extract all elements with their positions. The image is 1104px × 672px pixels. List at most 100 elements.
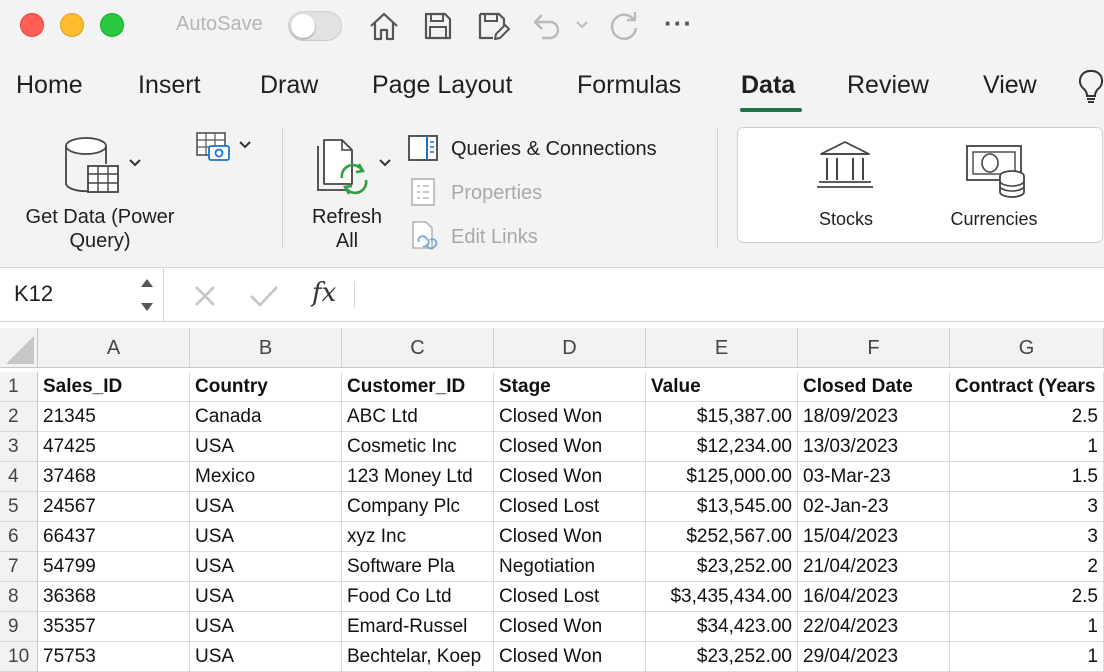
row-header[interactable]: 8 [0, 582, 38, 612]
table-cell[interactable]: Mexico [190, 462, 342, 492]
header-cell[interactable]: Country [190, 372, 342, 402]
table-cell[interactable]: Negotiation [494, 552, 646, 582]
tab-data[interactable]: Data [741, 71, 795, 100]
tab-page-layout[interactable]: Page Layout [372, 71, 512, 100]
row-header[interactable]: 6 [0, 522, 38, 552]
tab-draw[interactable]: Draw [260, 71, 318, 100]
table-cell[interactable]: Food Co Ltd [342, 582, 494, 612]
table-cell[interactable]: Cosmetic Inc [342, 432, 494, 462]
table-cell[interactable]: $15,387.00 [646, 402, 798, 432]
table-cell[interactable]: $34,423.00 [646, 612, 798, 642]
column-header-b[interactable]: B [190, 328, 342, 368]
table-cell[interactable]: Company Plc [342, 492, 494, 522]
save-icon[interactable] [422, 8, 454, 44]
edit-links-icon[interactable] [410, 220, 440, 252]
row-header[interactable]: 10 [0, 642, 38, 672]
home-icon[interactable] [368, 8, 400, 44]
autosave-toggle[interactable] [288, 11, 342, 41]
table-cell[interactable]: 47425 [38, 432, 190, 462]
table-cell[interactable]: Closed Lost [494, 582, 646, 612]
table-cell[interactable]: 37468 [38, 462, 190, 492]
table-cell[interactable]: 2 [950, 552, 1104, 582]
zoom-window-button[interactable] [100, 13, 124, 37]
row-header[interactable]: 1 [0, 372, 38, 402]
table-cell[interactable]: 2.5 [950, 402, 1104, 432]
header-cell[interactable]: Value [646, 372, 798, 402]
table-cell[interactable]: Closed Won [494, 522, 646, 552]
undo-dropdown-chevron-icon[interactable] [574, 18, 590, 32]
column-header-e[interactable]: E [646, 328, 798, 368]
header-cell[interactable]: Customer_ID [342, 372, 494, 402]
table-cell[interactable]: Closed Won [494, 432, 646, 462]
table-cell[interactable]: 1 [950, 612, 1104, 642]
table-cell[interactable]: $12,234.00 [646, 432, 798, 462]
formula-input[interactable] [368, 281, 1088, 309]
header-cell[interactable]: Sales_ID [38, 372, 190, 402]
row-header[interactable]: 4 [0, 462, 38, 492]
table-cell[interactable]: Closed Won [494, 462, 646, 492]
more-options-icon[interactable]: ··· [664, 8, 693, 39]
queries-connections-button[interactable]: Queries & Connections [451, 137, 657, 161]
table-cell[interactable]: 29/04/2023 [798, 642, 950, 672]
table-cell[interactable]: 21345 [38, 402, 190, 432]
table-cell[interactable]: 36368 [38, 582, 190, 612]
header-cell[interactable]: Stage [494, 372, 646, 402]
get-data-button[interactable] [60, 134, 150, 198]
column-header-f[interactable]: F [798, 328, 950, 368]
stocks-button[interactable]: Stocks [796, 209, 896, 230]
table-cell[interactable]: 24567 [38, 492, 190, 522]
table-cell[interactable]: 21/04/2023 [798, 552, 950, 582]
table-cell[interactable]: 16/04/2023 [798, 582, 950, 612]
tab-view[interactable]: View [983, 71, 1037, 100]
table-cell[interactable]: Closed Lost [494, 492, 646, 522]
undo-icon[interactable] [530, 8, 564, 44]
table-cell[interactable]: USA [190, 582, 342, 612]
table-cell[interactable]: Closed Won [494, 612, 646, 642]
row-header[interactable]: 3 [0, 432, 38, 462]
tab-insert[interactable]: Insert [138, 71, 201, 100]
lightbulb-icon[interactable] [1078, 68, 1104, 106]
table-cell[interactable]: 22/04/2023 [798, 612, 950, 642]
close-window-button[interactable] [20, 13, 44, 37]
table-cell[interactable]: USA [190, 432, 342, 462]
save-as-icon[interactable] [476, 8, 510, 44]
queries-connections-icon[interactable] [407, 134, 439, 162]
table-cell[interactable]: 123 Money Ltd [342, 462, 494, 492]
table-cell[interactable]: Emard-Russel [342, 612, 494, 642]
table-cell[interactable]: $23,252.00 [646, 552, 798, 582]
row-header[interactable]: 9 [0, 612, 38, 642]
column-header-a[interactable]: A [38, 328, 190, 368]
cancel-entry-icon[interactable] [192, 283, 218, 309]
tab-review[interactable]: Review [847, 71, 929, 100]
table-cell[interactable]: $252,567.00 [646, 522, 798, 552]
row-header[interactable]: 5 [0, 492, 38, 522]
column-header-d[interactable]: D [494, 328, 646, 368]
table-cell[interactable]: 54799 [38, 552, 190, 582]
table-cell[interactable]: 1 [950, 432, 1104, 462]
confirm-entry-icon[interactable] [248, 283, 280, 309]
column-header-c[interactable]: C [342, 328, 494, 368]
row-header[interactable]: 7 [0, 552, 38, 582]
name-box-stepper-icon[interactable] [138, 275, 156, 315]
edit-links-button[interactable]: Edit Links [451, 225, 538, 249]
table-cell[interactable]: 18/09/2023 [798, 402, 950, 432]
properties-button[interactable]: Properties [451, 181, 542, 205]
tab-formulas[interactable]: Formulas [577, 71, 681, 100]
table-cell[interactable]: Software Pla [342, 552, 494, 582]
table-cell[interactable]: 75753 [38, 642, 190, 672]
insert-function-button[interactable]: fx [312, 278, 336, 308]
table-cell[interactable]: 03-Mar-23 [798, 462, 950, 492]
redo-icon[interactable] [606, 8, 642, 44]
table-cell[interactable]: 13/03/2023 [798, 432, 950, 462]
table-cell[interactable]: 02-Jan-23 [798, 492, 950, 522]
tab-home[interactable]: Home [16, 71, 83, 100]
table-cell[interactable]: $3,435,434.00 [646, 582, 798, 612]
data-from-picture-button[interactable] [194, 130, 256, 164]
table-cell[interactable]: USA [190, 492, 342, 522]
header-cell[interactable]: Contract (Years [950, 372, 1104, 402]
table-cell[interactable]: 3 [950, 492, 1104, 522]
column-header-g[interactable]: G [950, 328, 1104, 368]
table-cell[interactable]: USA [190, 522, 342, 552]
properties-icon[interactable] [410, 177, 436, 207]
minimize-window-button[interactable] [60, 13, 84, 37]
